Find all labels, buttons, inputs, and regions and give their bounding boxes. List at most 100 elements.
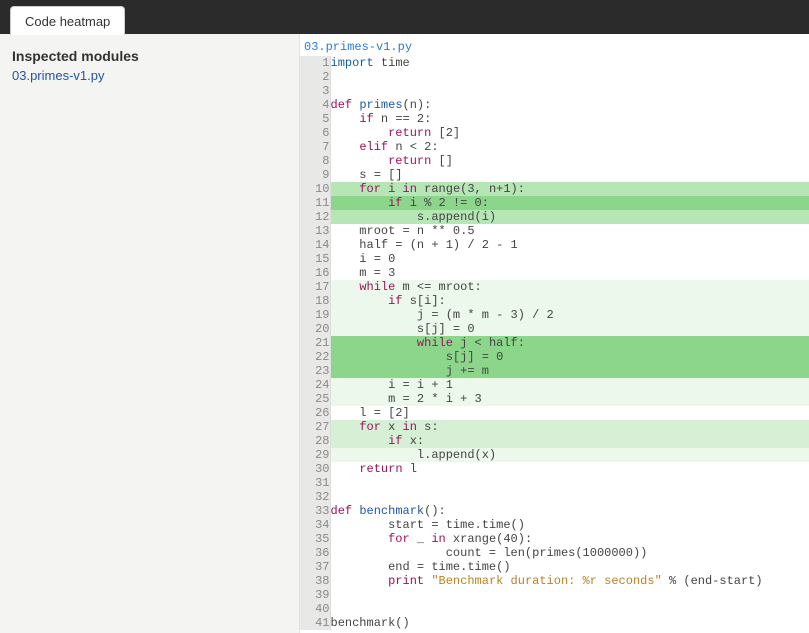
line-number: 34: [300, 518, 330, 532]
code-line[interactable]: if n == 2:: [330, 112, 809, 126]
line-number: 22: [300, 350, 330, 364]
code-line[interactable]: [330, 70, 809, 84]
code-row: 25 m = 2 * i + 3: [300, 392, 809, 406]
code-row: 34 start = time.time(): [300, 518, 809, 532]
line-number: 36: [300, 546, 330, 560]
line-number: 6: [300, 126, 330, 140]
code-line[interactable]: for _ in xrange(40):: [330, 532, 809, 546]
code-line[interactable]: return [2]: [330, 126, 809, 140]
line-number: 25: [300, 392, 330, 406]
line-number: 30: [300, 462, 330, 476]
code-area[interactable]: 03.primes-v1.py 1import time234def prime…: [300, 34, 809, 633]
code-line[interactable]: s = []: [330, 168, 809, 182]
line-number: 38: [300, 574, 330, 588]
code-line[interactable]: for i in range(3, n+1):: [330, 182, 809, 196]
sidebar: Inspected modules 03.primes-v1.py: [0, 34, 300, 633]
code-line[interactable]: [330, 490, 809, 504]
code-row: 5 if n == 2:: [300, 112, 809, 126]
code-row: 4def primes(n):: [300, 98, 809, 112]
code-line[interactable]: j = (m * m - 3) / 2: [330, 308, 809, 322]
line-number: 12: [300, 210, 330, 224]
line-number: 41: [300, 616, 330, 630]
code-line[interactable]: print "Benchmark duration: %r seconds" %…: [330, 574, 809, 588]
code-line[interactable]: half = (n + 1) / 2 - 1: [330, 238, 809, 252]
code-line[interactable]: return l: [330, 462, 809, 476]
code-line[interactable]: [330, 602, 809, 616]
code-table: 1import time234def primes(n):5 if n == 2…: [300, 56, 809, 630]
code-line[interactable]: if x:: [330, 434, 809, 448]
code-line[interactable]: if i % 2 != 0:: [330, 196, 809, 210]
code-line[interactable]: s[j] = 0: [330, 322, 809, 336]
code-row: 6 return [2]: [300, 126, 809, 140]
code-row: 38 print "Benchmark duration: %r seconds…: [300, 574, 809, 588]
line-number: 35: [300, 532, 330, 546]
line-number: 37: [300, 560, 330, 574]
code-line[interactable]: while m <= mroot:: [330, 280, 809, 294]
code-row: 21 while j < half:: [300, 336, 809, 350]
code-line[interactable]: benchmark(): [330, 616, 809, 630]
code-line[interactable]: s[j] = 0: [330, 350, 809, 364]
line-number: 39: [300, 588, 330, 602]
module-link[interactable]: 03.primes-v1.py: [12, 68, 287, 83]
main-area: Inspected modules 03.primes-v1.py 03.pri…: [0, 34, 809, 633]
code-row: 10 for i in range(3, n+1):: [300, 182, 809, 196]
code-line[interactable]: start = time.time(): [330, 518, 809, 532]
line-number: 8: [300, 154, 330, 168]
code-line[interactable]: while j < half:: [330, 336, 809, 350]
code-row: 20 s[j] = 0: [300, 322, 809, 336]
code-line[interactable]: m = 3: [330, 266, 809, 280]
code-row: 32: [300, 490, 809, 504]
code-row: 13 mroot = n ** 0.5: [300, 224, 809, 238]
line-number: 40: [300, 602, 330, 616]
code-row: 37 end = time.time(): [300, 560, 809, 574]
line-number: 26: [300, 406, 330, 420]
code-line[interactable]: [330, 588, 809, 602]
tab-code-heatmap[interactable]: Code heatmap: [10, 6, 125, 35]
code-line[interactable]: j += m: [330, 364, 809, 378]
top-bar: Code heatmap: [0, 0, 809, 34]
code-row: 39: [300, 588, 809, 602]
line-number: 23: [300, 364, 330, 378]
line-number: 29: [300, 448, 330, 462]
line-number: 33: [300, 504, 330, 518]
code-row: 15 i = 0: [300, 252, 809, 266]
line-number: 20: [300, 322, 330, 336]
code-line[interactable]: i = i + 1: [330, 378, 809, 392]
line-number: 15: [300, 252, 330, 266]
line-number: 28: [300, 434, 330, 448]
code-line[interactable]: for x in s:: [330, 420, 809, 434]
code-line[interactable]: l.append(x): [330, 448, 809, 462]
line-number: 24: [300, 378, 330, 392]
code-row: 35 for _ in xrange(40):: [300, 532, 809, 546]
code-line[interactable]: def benchmark():: [330, 504, 809, 518]
code-row: 17 while m <= mroot:: [300, 280, 809, 294]
line-number: 17: [300, 280, 330, 294]
code-row: 30 return l: [300, 462, 809, 476]
line-number: 14: [300, 238, 330, 252]
code-row: 3: [300, 84, 809, 98]
code-line[interactable]: count = len(primes(1000000)): [330, 546, 809, 560]
code-line[interactable]: elif n < 2:: [330, 140, 809, 154]
code-row: 24 i = i + 1: [300, 378, 809, 392]
code-line[interactable]: [330, 476, 809, 490]
line-number: 1: [300, 56, 330, 70]
code-line[interactable]: if s[i]:: [330, 294, 809, 308]
code-line[interactable]: m = 2 * i + 3: [330, 392, 809, 406]
code-row: 11 if i % 2 != 0:: [300, 196, 809, 210]
code-line[interactable]: s.append(i): [330, 210, 809, 224]
code-line[interactable]: i = 0: [330, 252, 809, 266]
code-line[interactable]: mroot = n ** 0.5: [330, 224, 809, 238]
code-line[interactable]: def primes(n):: [330, 98, 809, 112]
line-number: 11: [300, 196, 330, 210]
code-line[interactable]: return []: [330, 154, 809, 168]
code-line[interactable]: import time: [330, 56, 809, 70]
code-line[interactable]: [330, 84, 809, 98]
code-line[interactable]: end = time.time(): [330, 560, 809, 574]
code-row: 12 s.append(i): [300, 210, 809, 224]
code-row: 28 if x:: [300, 434, 809, 448]
code-line[interactable]: l = [2]: [330, 406, 809, 420]
code-row: 2: [300, 70, 809, 84]
code-row: 19 j = (m * m - 3) / 2: [300, 308, 809, 322]
code-row: 33def benchmark():: [300, 504, 809, 518]
line-number: 7: [300, 140, 330, 154]
